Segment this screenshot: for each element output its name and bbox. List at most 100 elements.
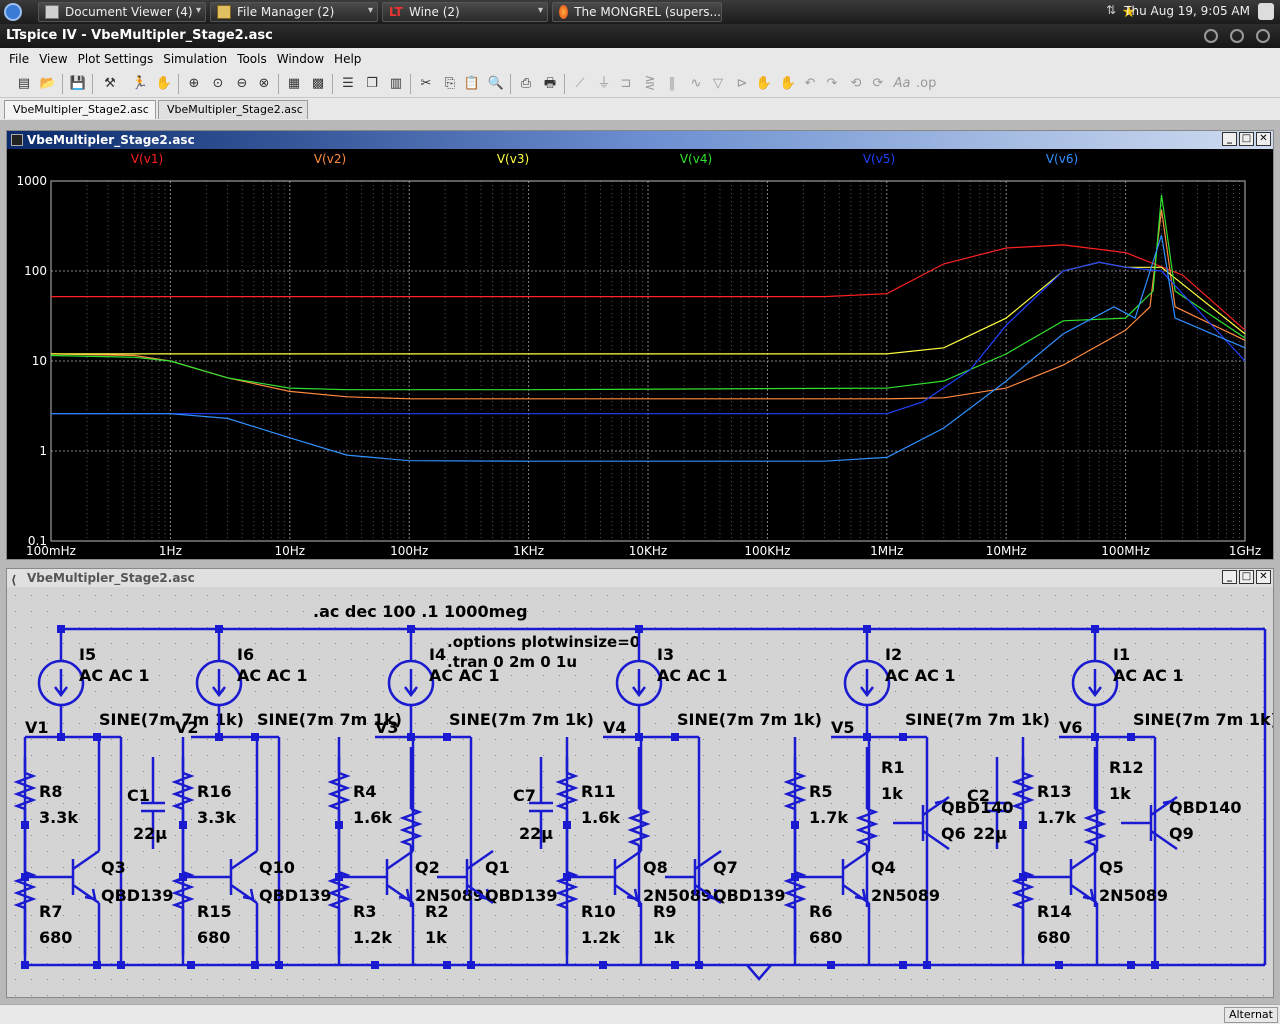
user-icon[interactable] bbox=[1258, 3, 1274, 20]
resistor-name[interactable]: R5 bbox=[809, 782, 832, 801]
resistor-value[interactable]: 3.3k bbox=[39, 808, 78, 827]
resistor-symbol[interactable] bbox=[783, 771, 807, 811]
sine-source-label[interactable]: SINE(7m 7m 1k) bbox=[905, 710, 1050, 729]
capacitor-icon[interactable]: ‖ bbox=[662, 74, 682, 94]
taskbar-app-file-manager[interactable]: File Manager (2) ▾ bbox=[210, 2, 378, 22]
resistor-symbol[interactable] bbox=[171, 771, 195, 811]
resistor-symbol[interactable] bbox=[627, 807, 651, 847]
source-value[interactable]: AC AC 1 bbox=[657, 666, 728, 685]
minimize-window-button[interactable] bbox=[1204, 29, 1218, 43]
node-label[interactable]: V1 bbox=[25, 718, 49, 737]
resistor-value[interactable]: 1k bbox=[881, 784, 903, 803]
rotate-icon[interactable]: ⟲ bbox=[846, 74, 866, 94]
cascade-icon[interactable]: ❐ bbox=[362, 74, 382, 94]
component-icon[interactable]: ⊳ bbox=[732, 74, 752, 94]
print-setup-icon[interactable]: ⎙ bbox=[516, 74, 536, 94]
capacitor-name[interactable]: C7 bbox=[513, 786, 536, 805]
legend-entry[interactable]: V(v4) bbox=[680, 152, 712, 166]
resistor-symbol[interactable] bbox=[399, 807, 423, 847]
plot-minimize-button[interactable]: _ bbox=[1222, 132, 1237, 146]
source-name[interactable]: I3 bbox=[657, 645, 674, 664]
new-schematic-icon[interactable]: ▤ bbox=[14, 74, 34, 94]
menu-window[interactable]: Window bbox=[272, 52, 329, 66]
source-name[interactable]: I1 bbox=[1113, 645, 1130, 664]
autorange-icon[interactable]: ▦ bbox=[284, 74, 304, 94]
zoom-cancel-icon[interactable]: ⊗ bbox=[254, 74, 274, 94]
tile-vertical-icon[interactable]: ▥ bbox=[386, 74, 406, 94]
resistor-symbol[interactable] bbox=[327, 771, 351, 811]
taskbar-app-wine[interactable]: LT Wine (2) ▾ bbox=[382, 2, 548, 22]
transistor-model[interactable]: 2N5089 bbox=[871, 886, 940, 905]
resistor-symbol[interactable] bbox=[1083, 807, 1107, 847]
transistor-model[interactable]: QBD139 bbox=[259, 886, 331, 905]
node-label[interactable]: V4 bbox=[603, 718, 627, 737]
menu-help[interactable]: Help bbox=[329, 52, 366, 66]
transistor-name[interactable]: Q10 bbox=[259, 858, 295, 877]
resistor-value[interactable]: 680 bbox=[39, 928, 72, 947]
capacitor-name[interactable]: C1 bbox=[127, 786, 150, 805]
open-folder-icon[interactable]: 📂 bbox=[38, 74, 58, 94]
transistor-model[interactable]: QBD140 bbox=[941, 798, 1013, 817]
menu-plot-settings[interactable]: Plot Settings bbox=[73, 52, 159, 66]
transistor-model[interactable]: QBD140 bbox=[1169, 798, 1241, 817]
source-value[interactable]: AC AC 1 bbox=[237, 666, 308, 685]
zoom-out-icon[interactable]: ⊖ bbox=[232, 74, 252, 94]
source-name[interactable]: I5 bbox=[79, 645, 96, 664]
maximize-window-button[interactable] bbox=[1230, 29, 1244, 43]
resistor-value[interactable]: 1k bbox=[653, 928, 675, 947]
schematic-maximize-button[interactable]: □ bbox=[1239, 570, 1254, 584]
label-net-icon[interactable]: ⊐ bbox=[616, 74, 636, 94]
resistor-name[interactable]: R1 bbox=[881, 758, 904, 777]
redo-icon[interactable]: ↷ bbox=[822, 74, 842, 94]
resistor-symbol[interactable] bbox=[1011, 771, 1035, 811]
inductor-icon[interactable]: ∿ bbox=[686, 74, 706, 94]
schematic-minimize-button[interactable]: _ bbox=[1222, 570, 1237, 584]
node-label[interactable]: V6 bbox=[1059, 718, 1083, 737]
source-name[interactable]: I4 bbox=[429, 645, 446, 664]
resistor-name[interactable]: R14 bbox=[1037, 902, 1072, 921]
capacitor-value[interactable]: 22µ bbox=[519, 824, 553, 843]
resistor-value[interactable]: 1k bbox=[425, 928, 447, 947]
halt-icon[interactable]: ✋ bbox=[154, 74, 174, 94]
resistor-name[interactable]: R4 bbox=[353, 782, 376, 801]
paste-icon[interactable]: 📋 bbox=[462, 74, 482, 94]
transistor-name[interactable]: Q7 bbox=[713, 858, 738, 877]
fit-icon[interactable]: ▩ bbox=[308, 74, 328, 94]
resistor-name[interactable]: R7 bbox=[39, 902, 62, 921]
copy-icon[interactable]: ⎘ bbox=[440, 74, 460, 94]
print-icon[interactable]: 🖶 bbox=[540, 74, 560, 94]
wire[interactable] bbox=[614, 849, 642, 871]
source-value[interactable]: AC AC 1 bbox=[885, 666, 956, 685]
close-window-button[interactable] bbox=[1256, 29, 1270, 43]
source-value[interactable]: AC AC 1 bbox=[1113, 666, 1184, 685]
resistor-name[interactable]: R15 bbox=[197, 902, 232, 921]
resistor-name[interactable]: R6 bbox=[809, 902, 832, 921]
resistor-value[interactable]: 1.6k bbox=[581, 808, 620, 827]
tab-schematic-2[interactable]: VbeMultipler_Stage2.asc bbox=[158, 100, 308, 119]
transistor-name[interactable]: Q1 bbox=[485, 858, 510, 877]
node-label[interactable]: V2 bbox=[175, 718, 199, 737]
node-label[interactable]: V3 bbox=[375, 718, 399, 737]
resistor-name[interactable]: R8 bbox=[39, 782, 62, 801]
run-icon[interactable]: 🏃 bbox=[130, 74, 150, 94]
mirror-icon[interactable]: ⟳ bbox=[868, 74, 888, 94]
undo-icon[interactable]: ↶ bbox=[800, 74, 820, 94]
series-line-Vv3[interactable] bbox=[51, 261, 1246, 355]
network-icon[interactable]: ⇅ bbox=[1106, 3, 1116, 17]
sine-source-label[interactable]: SINE(7m 7m 1k) bbox=[99, 710, 244, 729]
resistor-name[interactable]: R12 bbox=[1109, 758, 1144, 777]
resistor-value[interactable]: 680 bbox=[1037, 928, 1070, 947]
find-icon[interactable]: 🔍 bbox=[486, 74, 506, 94]
resistor-value[interactable]: 3.3k bbox=[197, 808, 236, 827]
wire[interactable] bbox=[842, 849, 870, 871]
wire[interactable] bbox=[72, 849, 100, 871]
transistor-name[interactable]: Q3 bbox=[101, 858, 126, 877]
resistor-value[interactable]: 680 bbox=[809, 928, 842, 947]
legend-entry[interactable]: V(v6) bbox=[1046, 152, 1078, 166]
resistor-value[interactable]: 1.6k bbox=[353, 808, 392, 827]
move-icon[interactable]: ✋ bbox=[754, 74, 774, 94]
legend-entry[interactable]: V(v1) bbox=[131, 152, 163, 166]
source-name[interactable]: I2 bbox=[885, 645, 902, 664]
source-value[interactable]: AC AC 1 bbox=[79, 666, 150, 685]
transistor-name[interactable]: Q2 bbox=[415, 858, 440, 877]
